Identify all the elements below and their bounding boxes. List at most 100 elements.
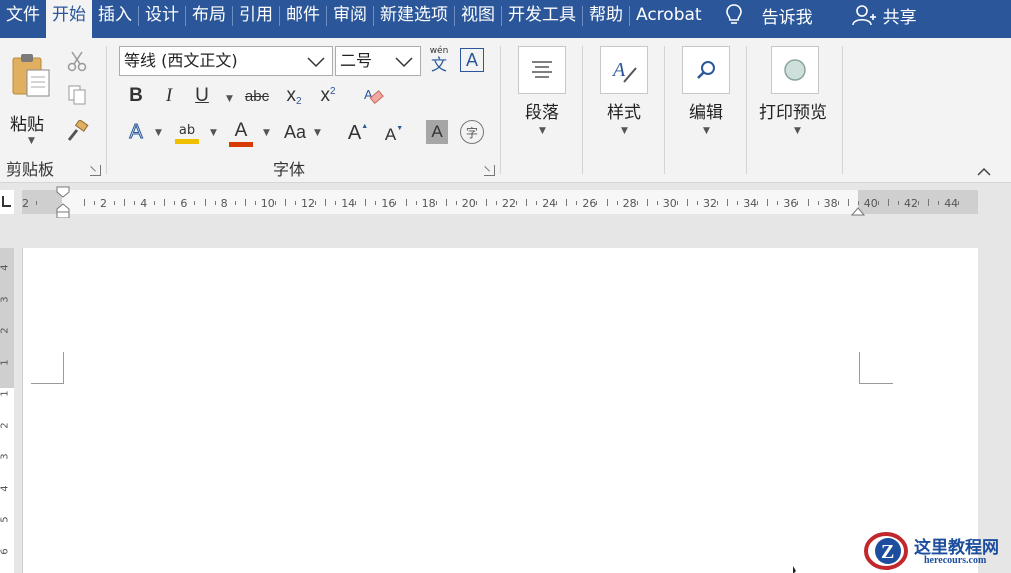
- clipboard-group-label: 剪贴板: [6, 160, 55, 179]
- collapse-ribbon-icon[interactable]: [976, 167, 992, 177]
- ruler-tick-mark: [576, 201, 578, 205]
- ruler-tick-mark: [194, 201, 196, 205]
- highlight-swatch: [175, 138, 199, 144]
- vertical-scrollbar[interactable]: [1003, 183, 1011, 573]
- underline-button[interactable]: U: [190, 84, 214, 108]
- superscript-button[interactable]: x2: [314, 84, 342, 108]
- character-border-button[interactable]: A: [460, 48, 484, 72]
- tab-5[interactable]: 引用: [233, 0, 279, 30]
- tab-3[interactable]: 设计: [139, 0, 185, 30]
- ruler-tick-mark: [888, 199, 889, 206]
- ruler-tick-mark: [566, 199, 568, 206]
- shrink-font-glyph: A: [384, 125, 397, 144]
- first-line-indent-marker[interactable]: [56, 186, 70, 218]
- right-indent-marker[interactable]: [851, 204, 865, 216]
- tab-4[interactable]: 布局: [186, 0, 232, 30]
- grow-font-button[interactable]: A ▲: [344, 118, 372, 148]
- copy-button[interactable]: [64, 82, 90, 108]
- document-page[interactable]: [22, 248, 978, 573]
- horizontal-ruler[interactable]: 2 2 4 6 8 10 12 14 16 18 20 22 24 26 28 30 32 34 36 38 40 42 4…: [22, 186, 978, 218]
- styles-button[interactable]: A: [600, 46, 648, 94]
- ruler-tick-mark: [486, 199, 487, 206]
- ruler-tick-mark: [375, 201, 377, 205]
- clipboard-icon: [12, 54, 50, 97]
- font-color-button[interactable]: A: [226, 118, 256, 148]
- clipboard-dialog-launcher[interactable]: [90, 165, 101, 176]
- print-preview-button[interactable]: [771, 46, 819, 94]
- ruler-tick-mark: [636, 201, 638, 205]
- editing-button[interactable]: [682, 46, 730, 94]
- tab-0[interactable]: 文件: [0, 0, 46, 30]
- ruler-tick-label: 38: [823, 197, 838, 210]
- tab-10[interactable]: 开发工具: [502, 0, 582, 30]
- bold-button[interactable]: B: [124, 84, 148, 108]
- ruler-tick-mark: [898, 201, 899, 205]
- font-dialog-launcher[interactable]: [484, 165, 495, 176]
- ruler-tick-label: 16: [381, 197, 396, 210]
- ruler-tick-mark: [36, 201, 37, 205]
- ruler-tick-mark: [918, 201, 919, 205]
- ruler-tick-mark: [285, 199, 286, 206]
- logo-z-icon: Z: [864, 532, 908, 570]
- ruler-tick-mark: [807, 199, 809, 206]
- ruler-tick-mark: [757, 201, 759, 205]
- enclose-characters-button[interactable]: 字: [460, 120, 484, 144]
- character-shading-button[interactable]: A: [426, 120, 448, 144]
- ruler-tick-mark: [556, 201, 558, 205]
- ruler-tick-mark: [455, 201, 457, 205]
- strikethrough-button[interactable]: abc: [242, 84, 272, 108]
- ruler-tick-label: 26: [582, 197, 597, 210]
- shrink-font-button[interactable]: A ▼: [380, 120, 408, 150]
- paragraph-button[interactable]: [518, 46, 566, 94]
- ruler-tick-mark: [938, 201, 940, 205]
- highlight-button[interactable]: ab: [172, 118, 202, 148]
- font-name-combo[interactable]: 等线 (西文正文): [119, 46, 333, 76]
- scissors-icon: [67, 51, 87, 72]
- font-size-combo[interactable]: 二号: [335, 46, 421, 76]
- ruler-tick-mark: [204, 199, 206, 206]
- format-painter-button[interactable]: [64, 118, 90, 144]
- change-case-button[interactable]: Aa: [280, 118, 310, 146]
- vruler-tick-label: 3: [0, 453, 11, 460]
- copy-icon: [68, 85, 86, 105]
- phonetic-guide-button[interactable]: wén 文: [426, 44, 452, 76]
- cut-button[interactable]: [64, 48, 90, 74]
- chevron-down-icon[interactable]: ▼: [263, 128, 270, 138]
- chevron-down-icon[interactable]: ▼: [314, 128, 321, 138]
- ruler-tick-mark: [697, 201, 698, 205]
- vruler-tick-label: 6: [0, 547, 11, 555]
- tell-me-box[interactable]: 告诉我: [724, 0, 813, 30]
- italic-button[interactable]: I: [157, 84, 181, 108]
- text-effects-button[interactable]: A: [124, 118, 148, 146]
- highlight-glyph: ab: [178, 122, 196, 138]
- vertical-ruler[interactable]: 4 3 2 1 1 2 3 4 5 6: [0, 248, 14, 573]
- ruler-tick-mark: [837, 201, 839, 205]
- clear-formatting-button[interactable]: A: [360, 84, 386, 108]
- ruler-tick-mark: [496, 201, 497, 205]
- tab-7[interactable]: 审阅: [327, 0, 373, 30]
- subscript-button[interactable]: x2: [280, 84, 308, 108]
- ruler-tick-label: 28: [622, 197, 637, 210]
- tab-6[interactable]: 邮件: [280, 0, 326, 30]
- tab-12[interactable]: Acrobat: [630, 0, 708, 30]
- chevron-down-icon[interactable]: ▼: [155, 128, 162, 138]
- tab-9[interactable]: 视图: [455, 0, 501, 30]
- paste-button[interactable]: 粘贴 ▼: [6, 48, 56, 148]
- ruler-tick-mark: [435, 201, 437, 205]
- chevron-down-icon[interactable]: ▼: [210, 128, 217, 138]
- styles-label: 样式: [607, 103, 641, 123]
- tab-8[interactable]: 新建选项: [374, 0, 454, 30]
- lightbulb-icon: [725, 4, 742, 24]
- ruler-tick-mark: [646, 199, 648, 206]
- tab-selector[interactable]: [0, 190, 14, 214]
- share-button[interactable]: 共享: [851, 0, 917, 30]
- ruler-tick-label: 24: [542, 197, 557, 210]
- tab-1[interactable]: 开始: [46, 0, 92, 38]
- chevron-down-icon[interactable]: ▼: [226, 94, 233, 104]
- tab-2[interactable]: 插入: [92, 0, 138, 30]
- ruler-tick-mark: [877, 201, 879, 205]
- ruler-tick-mark: [676, 201, 678, 205]
- vruler-tick-label: 4: [0, 484, 11, 492]
- vruler-tick-label: 4: [0, 264, 11, 271]
- tab-11[interactable]: 帮助: [583, 0, 629, 30]
